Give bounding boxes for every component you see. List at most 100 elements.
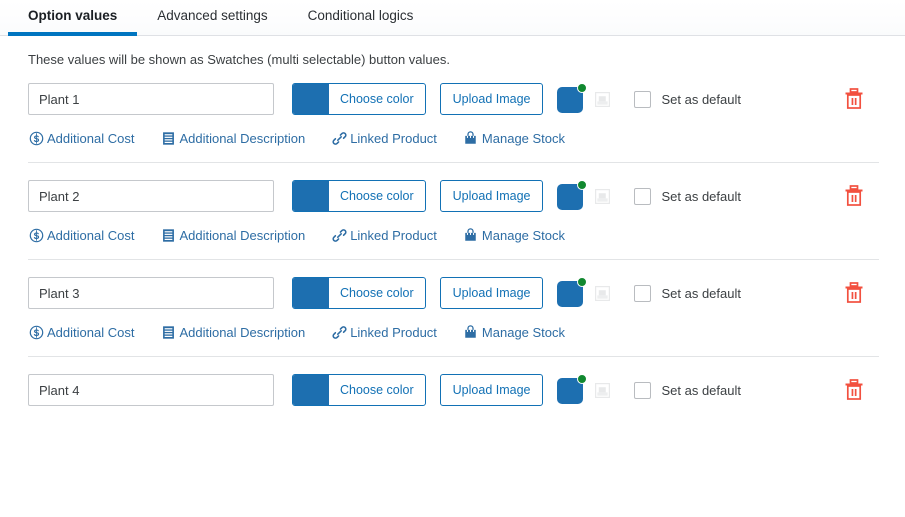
shopping-bag-icon bbox=[463, 324, 479, 340]
delete-option-value-button[interactable] bbox=[843, 378, 865, 402]
link-linked-product[interactable]: Linked Product bbox=[331, 227, 437, 243]
image-preview-chip[interactable] bbox=[557, 83, 588, 114]
choose-color-label: Choose color bbox=[340, 383, 414, 397]
option-value-links: S Additional Cost Additional De bbox=[0, 317, 905, 347]
shopping-bag-icon bbox=[463, 227, 479, 243]
link-label: Additional Cost bbox=[47, 227, 135, 243]
choose-color-label: Choose color bbox=[340, 189, 414, 203]
tab-option-values[interactable]: Option values bbox=[8, 0, 138, 36]
broken-image-placeholder-icon bbox=[595, 285, 611, 301]
row-separator bbox=[28, 259, 879, 260]
choose-color-button[interactable]: Choose color bbox=[292, 180, 426, 212]
document-lines-icon bbox=[160, 130, 176, 146]
color-swatch-preview bbox=[293, 84, 329, 114]
shopping-bag-icon bbox=[463, 130, 479, 146]
choose-color-label: Choose color bbox=[340, 286, 414, 300]
link-linked-product[interactable]: Linked Product bbox=[331, 324, 437, 340]
option-value-input[interactable] bbox=[28, 277, 274, 309]
set-as-default-checkbox[interactable] bbox=[634, 284, 652, 302]
set-as-default-checkbox[interactable] bbox=[634, 90, 652, 108]
broken-image-placeholder-icon bbox=[595, 188, 611, 204]
image-preview-chip[interactable] bbox=[557, 374, 588, 405]
upload-image-label: Upload Image bbox=[452, 383, 531, 397]
dollar-circle-icon: S bbox=[28, 324, 44, 340]
option-value-row-controls: Choose color Upload Image Set as default bbox=[0, 75, 905, 123]
option-value-links: S Additional Cost Additional De bbox=[0, 123, 905, 153]
dollar-circle-icon: S bbox=[28, 130, 44, 146]
option-value-links: S Additional Cost Additional De bbox=[0, 220, 905, 250]
status-badge bbox=[577, 83, 588, 93]
choose-color-label: Choose color bbox=[340, 92, 414, 106]
set-as-default-checkbox[interactable] bbox=[634, 381, 652, 399]
delete-option-value-button[interactable] bbox=[843, 281, 865, 305]
set-as-default-control[interactable]: Set as default bbox=[634, 284, 741, 302]
option-value-row: Choose color Upload Image Set as default bbox=[0, 269, 905, 357]
tab-conditional-logics[interactable]: Conditional logics bbox=[288, 0, 434, 36]
option-value-row-controls: Choose color Upload Image Set as default bbox=[0, 269, 905, 317]
dollar-circle-icon: S bbox=[28, 227, 44, 243]
link-label: Additional Description bbox=[179, 324, 306, 340]
choose-color-button[interactable]: Choose color bbox=[292, 374, 426, 406]
upload-image-button[interactable]: Upload Image bbox=[439, 180, 544, 212]
set-as-default-label: Set as default bbox=[661, 285, 741, 301]
link-additional-cost[interactable]: S Additional Cost bbox=[28, 130, 134, 146]
choose-color-button[interactable]: Choose color bbox=[292, 83, 426, 115]
link-additional-description[interactable]: Additional Description bbox=[160, 130, 305, 146]
status-badge bbox=[577, 277, 588, 287]
option-values-panel: These values will be shown as Swatches (… bbox=[0, 52, 905, 414]
intro-text: These values will be shown as Swatches (… bbox=[28, 52, 450, 67]
set-as-default-control[interactable]: Set as default bbox=[634, 381, 741, 399]
set-as-default-checkbox[interactable] bbox=[634, 187, 652, 205]
option-value-input[interactable] bbox=[28, 180, 274, 212]
link-label: Manage Stock bbox=[481, 324, 566, 340]
option-value-input[interactable] bbox=[28, 83, 274, 115]
link-label: Additional Cost bbox=[47, 130, 135, 146]
link-linked-product[interactable]: Linked Product bbox=[331, 130, 437, 146]
tab-label: Advanced settings bbox=[157, 8, 268, 23]
link-manage-stock[interactable]: Manage Stock bbox=[463, 130, 565, 146]
link-additional-description[interactable]: Additional Description bbox=[160, 324, 305, 340]
document-lines-icon bbox=[160, 324, 176, 340]
option-value-row: Choose color Upload Image Set as default bbox=[0, 172, 905, 260]
option-value-input[interactable] bbox=[28, 374, 274, 406]
upload-image-label: Upload Image bbox=[452, 189, 531, 203]
tab-advanced-settings[interactable]: Advanced settings bbox=[137, 0, 287, 36]
link-label: Additional Description bbox=[179, 227, 306, 243]
upload-image-label: Upload Image bbox=[452, 286, 531, 300]
delete-option-value-button[interactable] bbox=[843, 184, 865, 208]
set-as-default-control[interactable]: Set as default bbox=[634, 187, 741, 205]
link-additional-cost[interactable]: S Additional Cost bbox=[28, 324, 134, 340]
broken-image-placeholder-icon bbox=[595, 91, 611, 107]
option-value-row: Choose color Upload Image Set as default bbox=[0, 366, 905, 414]
color-swatch-preview bbox=[293, 181, 329, 211]
set-as-default-control[interactable]: Set as default bbox=[634, 90, 741, 108]
link-additional-cost[interactable]: S Additional Cost bbox=[28, 227, 134, 243]
option-value-row-controls: Choose color Upload Image Set as default bbox=[0, 366, 905, 414]
link-manage-stock[interactable]: Manage Stock bbox=[463, 227, 565, 243]
option-values-list: Choose color Upload Image Set as default bbox=[0, 75, 905, 414]
option-value-row-controls: Choose color Upload Image Set as default bbox=[0, 172, 905, 220]
tab-label: Option values bbox=[28, 8, 118, 23]
chain-link-icon bbox=[331, 130, 347, 146]
set-as-default-label: Set as default bbox=[661, 188, 741, 204]
image-preview-chip[interactable] bbox=[557, 277, 588, 308]
link-label: Linked Product bbox=[350, 130, 437, 146]
choose-color-button[interactable]: Choose color bbox=[292, 277, 426, 309]
status-badge bbox=[577, 374, 588, 384]
link-label: Manage Stock bbox=[481, 130, 566, 146]
chain-link-icon bbox=[331, 324, 347, 340]
image-preview-chip[interactable] bbox=[557, 180, 588, 211]
upload-image-button[interactable]: Upload Image bbox=[439, 83, 544, 115]
link-manage-stock[interactable]: Manage Stock bbox=[463, 324, 565, 340]
link-label: Additional Description bbox=[179, 130, 306, 146]
tab-bar: Option values Advanced settings Conditio… bbox=[0, 0, 905, 36]
row-separator bbox=[28, 356, 879, 357]
upload-image-button[interactable]: Upload Image bbox=[439, 374, 544, 406]
link-label: Additional Cost bbox=[47, 324, 135, 340]
link-additional-description[interactable]: Additional Description bbox=[160, 227, 305, 243]
set-as-default-label: Set as default bbox=[661, 382, 741, 398]
color-swatch-preview bbox=[293, 278, 329, 308]
option-value-row: Choose color Upload Image Set as default bbox=[0, 75, 905, 163]
upload-image-button[interactable]: Upload Image bbox=[439, 277, 544, 309]
delete-option-value-button[interactable] bbox=[843, 87, 865, 111]
